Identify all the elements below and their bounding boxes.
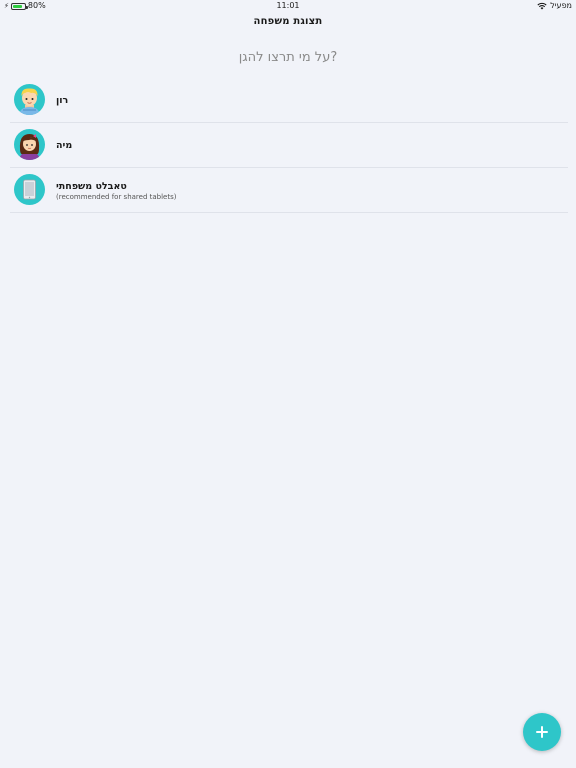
add-profile-button[interactable] [523,713,561,751]
status-time: 11:01 [276,1,300,10]
profile-list: רון מיה טאבלט משפחתי (recommended for sh… [0,78,576,213]
profile-question: על מי תרצו להגן? [238,50,338,65]
profile-name: רון [56,95,69,106]
carrier-label: מפעיל [550,1,572,10]
profile-name: טאבלט משפחתי [56,180,127,192]
profile-item-ron[interactable]: רון [10,78,568,123]
wifi-icon [537,2,547,10]
profile-item-mia[interactable]: מיה [10,123,568,168]
network-status: מפעיל [537,0,572,12]
plus-icon [536,726,548,738]
profile-subtitle: (recommended for shared tablets) [56,192,177,201]
page-title: תצוגת משפחה [253,16,323,27]
boy-avatar-icon [14,84,45,115]
profile-item-family-tablet[interactable]: טאבלט משפחתי (recommended for shared tab… [10,168,568,213]
tablet-avatar-icon [14,174,45,205]
girl-avatar-icon [14,129,45,160]
status-bar: ⚡ 80% 11:01 מפעיל [0,0,576,12]
profile-name: מיה [56,140,73,151]
